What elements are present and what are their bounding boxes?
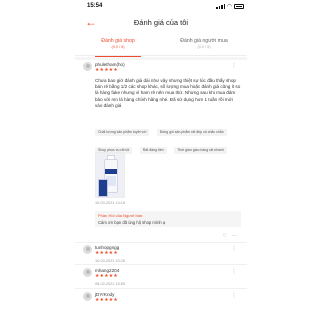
rating-stars: ★★★★★ [95,68,119,73]
review-username: jDYrKndy [95,292,115,297]
review-username: tunhopgngg [95,245,120,250]
review-date: 10-03-2021 10:26 [95,259,125,263]
divider [75,288,247,289]
more-options-icon[interactable]: ⋮ [231,292,237,299]
tab-buyer-reviews[interactable]: Đánh giá người mua (0,0 / 5) [161,36,247,56]
product-box-image [98,179,108,197]
tab-label: Đánh giá shop [101,38,135,44]
avatar [83,62,92,71]
review-tabs: Đánh giá shop (0,0 / 5) Đánh giá người m… [75,36,247,57]
wifi-icon: ◠ [226,4,232,10]
review-text: Chưa bao giờ đánh giá dài như vậy nhưng … [95,78,241,108]
divider [75,264,247,265]
rating-stars: ★★★★★ [95,251,119,256]
tab-label: Đánh giá người mua [180,38,228,44]
tab-shop-reviews[interactable]: Đánh giá shop (0,0 / 5) [75,36,161,57]
more-options-icon[interactable]: ⋮ [231,62,237,69]
more-icon[interactable]: ⋯ [232,233,237,239]
rating-stars: ★★★★★ [95,298,119,303]
battery-icon [234,4,244,9]
review-date: 08-02-2021 15:55 [95,282,125,286]
review-tag: Rất đáng tiền [139,147,167,154]
page-title: Đánh giá của tôi [133,18,189,27]
review-tag: Chất lượng sản phẩm tuyệt vời [95,129,150,136]
header: ← Đánh giá của tôi [75,14,247,32]
divider [75,242,247,243]
review-tag: Đóng gói sản phẩm rất đẹp và chắc chắn [156,129,227,136]
seller-reply-text: Cảm ơn bạn đã ủng hộ shop mình ạ [98,219,166,225]
tab-count: (0,0 / 5) [197,45,211,49]
review-username: mhang2204 [95,268,120,273]
like-icon[interactable]: ♡ [223,233,227,239]
app-screen: 15:54 ◠ ← Đánh giá của tôi Đánh giá shop… [75,0,247,320]
status-time: 15:54 [87,3,103,9]
rating-stars: ★★★★★ [95,274,119,279]
divider [75,57,247,60]
avatar [83,292,92,301]
review-date: 10-03-2021 14:18 [95,201,125,205]
seller-reply-header: Phản Hồi của Người bán: [98,213,144,218]
review-photo[interactable] [95,152,125,198]
review-tags: Chất lượng sản phẩm tuyệt vời Đóng gói s… [95,120,241,156]
tab-count: (0,0 / 5) [111,45,125,49]
more-options-icon[interactable]: ⋮ [231,245,237,252]
avatar [83,245,92,254]
signal-icon [216,4,225,9]
more-options-icon[interactable]: ⋮ [231,268,237,275]
seller-reply: Phản Hồi của Người bán: Cảm ơn bạn đã ủn… [95,211,241,227]
avatar [83,268,92,277]
review-actions: ♡ ⋯ [223,233,237,239]
status-bar: 15:54 ◠ [75,0,247,14]
review-username: phuletham(ho) [95,62,125,67]
review-tag: Thời gian giao hàng rất nhanh [174,147,227,154]
